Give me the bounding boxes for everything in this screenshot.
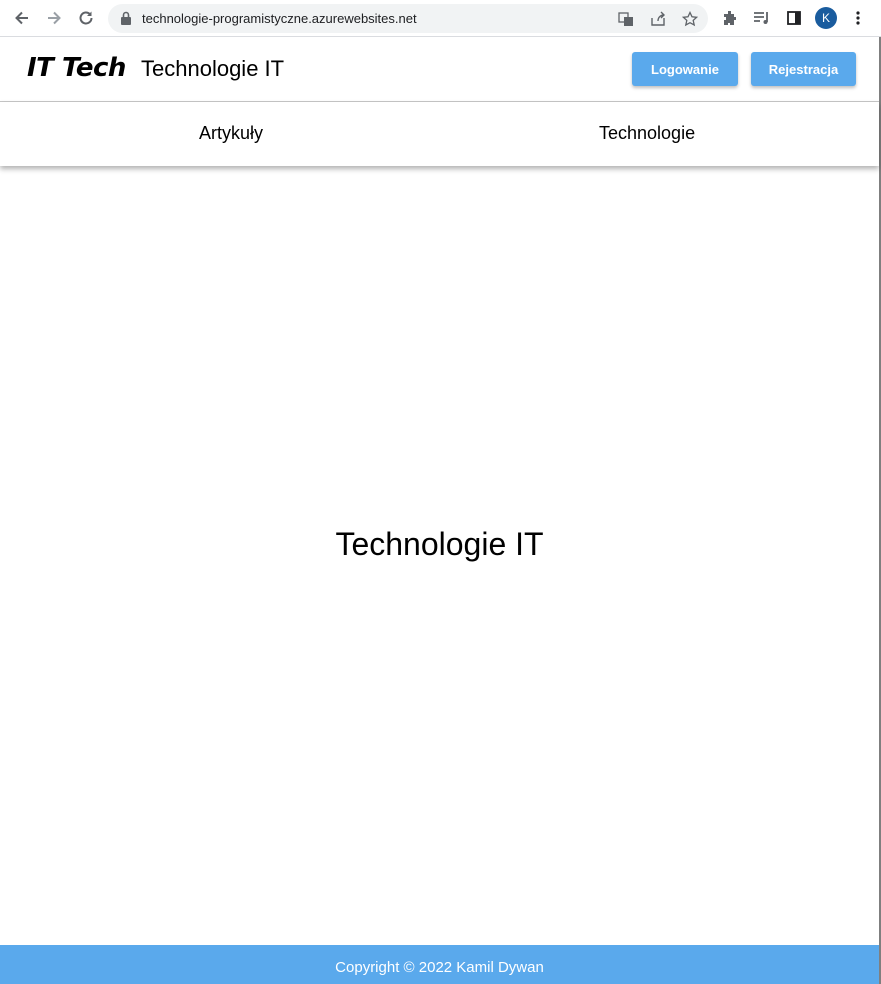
- side-panel-icon[interactable]: [783, 7, 805, 29]
- site-title: Technologie IT: [141, 56, 285, 81]
- share-icon[interactable]: [648, 9, 668, 29]
- address-bar[interactable]: technologie-programistyczne.azurewebsite…: [108, 4, 708, 33]
- browser-toolbar: technologie-programistyczne.azurewebsite…: [0, 0, 881, 37]
- copyright-text: Copyright © 2022 Kamil Dywan: [335, 959, 544, 976]
- media-icon[interactable]: [751, 7, 773, 29]
- profile-avatar[interactable]: K: [815, 7, 837, 29]
- extensions-icon[interactable]: [719, 7, 741, 29]
- back-icon[interactable]: [11, 7, 33, 29]
- lock-icon: [120, 11, 132, 25]
- reload-icon[interactable]: [75, 7, 97, 29]
- site-footer: Copyright © 2022 Kamil Dywan: [0, 945, 879, 984]
- nav-item-technologies[interactable]: Technologie: [599, 123, 695, 144]
- star-icon[interactable]: [680, 9, 700, 29]
- menu-icon[interactable]: [847, 7, 869, 29]
- main-nav: Artykuły Technologie: [0, 102, 879, 166]
- forward-icon[interactable]: [43, 7, 65, 29]
- translate-icon[interactable]: [616, 9, 636, 29]
- url-text[interactable]: technologie-programistyczne.azurewebsite…: [142, 11, 417, 26]
- site-header: IT Tech Technologie IT Logowanie Rejestr…: [0, 37, 879, 102]
- page-title: Technologie IT: [335, 526, 544, 562]
- nav-item-articles[interactable]: Artykuły: [199, 123, 263, 144]
- register-button[interactable]: Rejestracja: [751, 52, 856, 86]
- site-logo[interactable]: IT Tech: [27, 53, 126, 83]
- login-button[interactable]: Logowanie: [632, 52, 738, 86]
